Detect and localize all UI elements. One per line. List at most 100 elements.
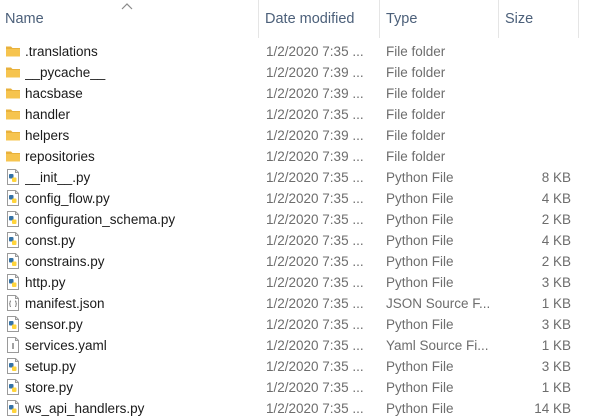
file-name: setup.py (25, 359, 77, 374)
column-header-date-modified[interactable]: Date modified (258, 0, 379, 38)
file-date-modified: 1/2/2020 7:35 ... (266, 170, 364, 185)
file-row[interactable]: config_flow.py 1/2/2020 7:35 ... Python Fi… (0, 188, 599, 209)
file-size: 3 KB (541, 359, 571, 374)
column-header-bar: Name Date modified Type Size (0, 0, 599, 38)
file-size: 14 KB (534, 401, 571, 416)
file-type: Python File (386, 380, 454, 395)
file-row[interactable]: setup.py 1/2/2020 7:35 ... Python File 3 KB (0, 356, 599, 377)
folder-icon (5, 148, 21, 164)
file-size: 2 KB (541, 254, 571, 269)
python-file-icon (5, 274, 21, 290)
python-file-icon (5, 232, 21, 248)
folder-icon (5, 127, 21, 143)
file-type: JSON Source F... (386, 296, 491, 311)
file-row[interactable]: store.py 1/2/2020 7:35 ... Python File 1 KB (0, 377, 599, 398)
file-name: __init__.py (25, 170, 91, 185)
file-name: hacsbase (25, 86, 83, 101)
file-name: .translations (25, 44, 98, 59)
file-type: Python File (386, 191, 454, 206)
file-size: 4 KB (541, 233, 571, 248)
file-size: 4 KB (541, 191, 571, 206)
file-row[interactable]: __pycache__ 1/2/2020 7:39 ... File folder (0, 62, 599, 83)
file-date-modified: 1/2/2020 7:35 ... (266, 317, 364, 332)
column-header-spacer (578, 0, 599, 38)
file-row[interactable]: .translations 1/2/2020 7:35 ... File folde… (0, 41, 599, 62)
file-date-modified: 1/2/2020 7:35 ... (266, 107, 364, 122)
file-name: http.py (25, 275, 66, 290)
yaml-file-icon (5, 337, 21, 353)
file-row[interactable]: manifest.json 1/2/2020 7:35 ... JSON Sourc… (0, 293, 599, 314)
file-row[interactable]: ws_api_handlers.py 1/2/2020 7:35 ... Pytho… (0, 398, 599, 419)
file-date-modified: 1/2/2020 7:35 ... (266, 254, 364, 269)
file-date-modified: 1/2/2020 7:35 ... (266, 296, 364, 311)
file-row[interactable]: const.py 1/2/2020 7:35 ... Python File 4 KB (0, 230, 599, 251)
file-name: store.py (25, 380, 74, 395)
file-size (500, 62, 571, 83)
file-date-modified: 1/2/2020 7:39 ... (266, 149, 364, 164)
file-name: repositories (25, 149, 95, 164)
file-size: 1 KB (541, 380, 571, 395)
file-size (500, 146, 571, 167)
file-date-modified: 1/2/2020 7:35 ... (266, 191, 364, 206)
python-file-icon (5, 316, 21, 332)
file-name: manifest.json (25, 296, 105, 311)
python-file-icon (5, 190, 21, 206)
file-type: File folder (386, 128, 446, 143)
file-row[interactable]: helpers 1/2/2020 7:39 ... File folder (0, 125, 599, 146)
file-row[interactable]: services.yaml 1/2/2020 7:35 ... Yaml Sourc… (0, 335, 599, 356)
file-date-modified: 1/2/2020 7:35 ... (266, 275, 364, 290)
file-name: constrains.py (25, 254, 105, 269)
file-size: 3 KB (541, 317, 571, 332)
python-file-icon (5, 379, 21, 395)
file-name: const.py (25, 233, 76, 248)
file-size: 2 KB (541, 212, 571, 227)
folder-icon (5, 43, 21, 59)
file-date-modified: 1/2/2020 7:35 ... (266, 233, 364, 248)
folder-icon (5, 64, 21, 80)
file-type: File folder (386, 149, 446, 164)
file-date-modified: 1/2/2020 7:35 ... (266, 380, 364, 395)
folder-icon (5, 85, 21, 101)
file-size (500, 125, 571, 146)
file-type: Python File (386, 170, 454, 185)
file-row[interactable]: constrains.py 1/2/2020 7:35 ... Python Fil… (0, 251, 599, 272)
file-row[interactable]: http.py 1/2/2020 7:35 ... Python File 3 KB (0, 272, 599, 293)
python-file-icon (5, 169, 21, 185)
file-row[interactable]: repositories 1/2/2020 7:39 ... File folder (0, 146, 599, 167)
file-row[interactable]: hacsbase 1/2/2020 7:39 ... File folder (0, 83, 599, 104)
column-header-size[interactable]: Size (498, 0, 578, 38)
file-name: sensor.py (25, 317, 83, 332)
file-type: Python File (386, 401, 454, 416)
file-size: 1 KB (541, 296, 571, 311)
file-name: handler (25, 107, 71, 122)
file-size (500, 104, 571, 125)
file-type: Yaml Source Fi... (386, 338, 489, 353)
file-date-modified: 1/2/2020 7:39 ... (266, 65, 364, 80)
file-type: Python File (386, 212, 454, 227)
file-type: Python File (386, 254, 454, 269)
file-row[interactable]: __init__.py 1/2/2020 7:35 ... Python File 8… (0, 167, 599, 188)
json-file-icon (5, 295, 21, 311)
file-type: File folder (386, 65, 446, 80)
file-type: Python File (386, 359, 454, 374)
file-name: configuration_schema.py (25, 212, 176, 227)
file-name: __pycache__ (25, 65, 106, 80)
file-size: 3 KB (541, 275, 571, 290)
file-type: File folder (386, 107, 446, 122)
file-date-modified: 1/2/2020 7:35 ... (266, 212, 364, 227)
python-file-icon (5, 253, 21, 269)
file-row[interactable]: configuration_schema.py 1/2/2020 7:35 ...… (0, 209, 599, 230)
file-name: config_flow.py (25, 191, 110, 206)
column-header-name[interactable]: Name (0, 0, 258, 38)
column-header-type[interactable]: Type (379, 0, 498, 38)
file-size: 1 KB (541, 338, 571, 353)
file-date-modified: 1/2/2020 7:39 ... (266, 86, 364, 101)
file-name: ws_api_handlers.py (25, 401, 145, 416)
file-type: Python File (386, 317, 454, 332)
file-name: helpers (25, 128, 70, 143)
file-date-modified: 1/2/2020 7:39 ... (266, 128, 364, 143)
file-date-modified: 1/2/2020 7:35 ... (266, 44, 364, 59)
file-size: 8 KB (541, 170, 571, 185)
file-row[interactable]: sensor.py 1/2/2020 7:35 ... Python File 3 K… (0, 314, 599, 335)
file-row[interactable]: handler 1/2/2020 7:35 ... File folder (0, 104, 599, 125)
